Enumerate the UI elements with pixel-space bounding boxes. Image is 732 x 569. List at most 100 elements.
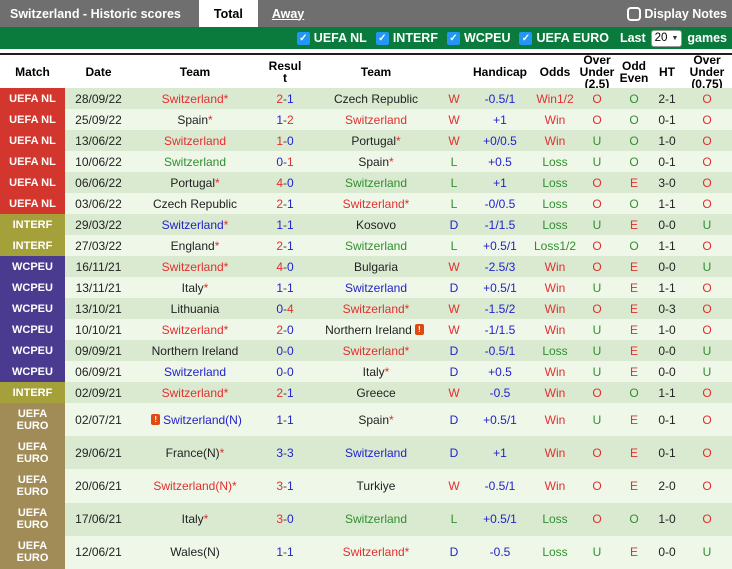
last-label: Last: [619, 31, 646, 45]
home-team: Portugal *: [132, 172, 258, 193]
wdl-result: D: [440, 214, 468, 235]
home-away-star: *: [404, 343, 410, 358]
over-under-0-75: O: [682, 469, 732, 503]
over-under-2-5: O: [578, 193, 616, 214]
score: 2-0: [258, 319, 312, 340]
col-header-handicap: Handicap: [472, 64, 527, 79]
team-name: Switzerland: [344, 280, 408, 295]
tab-away[interactable]: Away: [258, 0, 318, 27]
table-row: UEFA NL 25/09/22 Spain * 1-2 Switzerland W +1 Wi…: [0, 109, 732, 130]
home-away-star: *: [389, 154, 394, 169]
ht-score: 2-0: [652, 469, 682, 503]
table-row: UEFA EURO 02/07/21! Switzerland(N) 1-1 Spain…: [0, 403, 732, 437]
odd-even: E: [616, 436, 652, 470]
ht-score: 0-0: [652, 361, 682, 382]
interf-checkbox[interactable]: ✓: [375, 31, 389, 45]
home-away-star: *: [214, 238, 220, 253]
competition-badge: UEFA NL: [0, 172, 65, 193]
competition-badge: UEFA NL: [0, 109, 65, 130]
team-name: England: [170, 238, 215, 253]
over-under-0-75: O: [682, 403, 732, 437]
competition-badge: UEFA NL: [0, 151, 65, 172]
handicap-value: +1: [468, 436, 532, 470]
away-team: Switzerland: [312, 436, 440, 470]
table-row: INTERF 27/03/22 England * 2-1 Switzerland L +0.…: [0, 235, 732, 256]
display-notes-label: Display Notes: [644, 6, 727, 21]
home-team: Switzerland: [132, 361, 258, 382]
away-team: Switzerland *: [312, 193, 440, 214]
wdl-result: W: [440, 130, 468, 151]
competition-badge: UEFA EURO: [0, 403, 65, 437]
score: 2-1: [258, 193, 312, 214]
home-team: England *: [132, 235, 258, 256]
tab-total[interactable]: Total: [198, 0, 258, 27]
team-name: Kosovo: [355, 217, 397, 232]
odds-result: Loss: [532, 214, 578, 235]
handicap-value: -2.5/3: [468, 256, 532, 277]
wdl-result: D: [440, 535, 468, 569]
odd-even: E: [616, 403, 652, 437]
games-count-select[interactable]: 20 ▼: [650, 29, 683, 47]
score: 0-1: [258, 151, 312, 172]
match-date: 16/11/21: [65, 256, 132, 277]
handicap-value: +0.5: [468, 151, 532, 172]
odds-result: Loss: [532, 193, 578, 214]
score: 1-1: [258, 535, 312, 569]
display-notes-checkbox[interactable]: [627, 6, 642, 21]
team-name: Spain: [358, 412, 390, 427]
table-row: WCPEU 16/11/21 Switzerland * 4-0 Bulgaria W -2.…: [0, 256, 732, 277]
filter-wcpeu: ✓ WCPEU: [446, 31, 510, 45]
competition-badge: WCPEU: [0, 277, 65, 298]
wdl-result: W: [440, 382, 468, 403]
team-name: Portugal: [351, 133, 397, 148]
wdl-result: D: [440, 436, 468, 470]
wdl-result: D: [440, 340, 468, 361]
score: 4-0: [258, 172, 312, 193]
over-under-0-75: U: [682, 214, 732, 235]
match-date: 20/06/21: [65, 469, 132, 503]
uefa-euro-checkbox[interactable]: ✓: [519, 31, 533, 45]
competition-badge: WCPEU: [0, 361, 65, 382]
away-team: Switzerland: [312, 172, 440, 193]
handicap-value: +0.5/1: [468, 277, 532, 298]
home-team: Lithuania: [132, 298, 258, 319]
away-team: Switzerland *: [312, 535, 440, 569]
away-team: Italy *: [312, 361, 440, 382]
uefa-nl-checkbox[interactable]: ✓: [296, 31, 310, 45]
team-name: Switzerland(N): [163, 412, 242, 427]
competition-badge: UEFA EURO: [0, 436, 65, 470]
score: 1-1: [258, 403, 312, 437]
ht-score: 0-1: [652, 403, 682, 437]
team-name: Switzerland(N): [153, 478, 232, 493]
away-team: Switzerland: [312, 109, 440, 130]
wcpeu-checkbox[interactable]: ✓: [446, 31, 460, 45]
table-row: WCPEU 13/11/21 Italy * 1-1 Switzerland D +0.5/1…: [0, 277, 732, 298]
home-team: Wales(N): [132, 535, 258, 569]
team-name: Italy: [181, 512, 204, 527]
col-header-odd-even: Odd Even: [619, 58, 649, 85]
over-under-2-5: U: [578, 277, 616, 298]
filter-bar: ✓ UEFA NL ✓ INTERF ✓ WCPEU ✓ UEFA EURO L…: [0, 27, 732, 49]
home-away-star: *: [208, 112, 213, 127]
home-team: Spain *: [132, 109, 258, 130]
handicap-value: -0.5: [468, 535, 532, 569]
table-body: UEFA NL 28/09/22 Switzerland * 2-1 Czech Repu…: [0, 88, 732, 569]
home-away-star: *: [389, 412, 394, 427]
odds-result: Loss1/2: [532, 235, 578, 256]
team-name: Switzerland: [344, 445, 408, 460]
wdl-result: D: [440, 277, 468, 298]
over-under-0-75: O: [682, 130, 732, 151]
over-under-0-75: O: [682, 502, 732, 536]
filter-interf: ✓ INTERF: [375, 31, 438, 45]
odds-result: Win: [532, 256, 578, 277]
home-team: Northern Ireland: [132, 340, 258, 361]
team-name: Czech Republic: [333, 91, 419, 106]
score: 1-1: [258, 277, 312, 298]
home-away-star: *: [223, 322, 229, 337]
score: 1-1: [258, 214, 312, 235]
table-row: WCPEU 10/10/21 Switzerland * 2-0 Northern Ire…: [0, 319, 732, 340]
team-name: Italy: [181, 280, 204, 295]
team-name: Switzerland: [163, 133, 227, 148]
uefa-nl-label: UEFA NL: [313, 31, 367, 45]
wdl-result: L: [440, 151, 468, 172]
